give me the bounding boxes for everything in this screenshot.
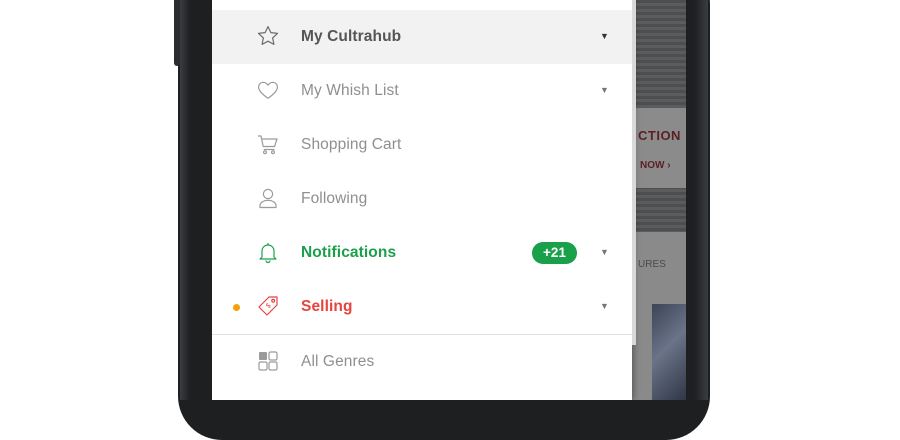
cart-icon bbox=[256, 132, 280, 156]
phone-bezel-left bbox=[180, 0, 190, 400]
chevron-down-icon[interactable]: ▼ bbox=[600, 247, 609, 257]
drawer-item-label: My Cultrahub bbox=[301, 28, 402, 45]
drawer-top-spacer bbox=[212, 0, 632, 10]
drawer-item-label: All Genres bbox=[301, 353, 375, 370]
background-promo-title: CTION bbox=[638, 128, 681, 143]
drawer-item-following[interactable]: Following bbox=[212, 172, 632, 226]
heart-icon bbox=[256, 78, 280, 102]
chevron-down-icon[interactable]: ▼ bbox=[600, 85, 609, 95]
drawer-item-selling[interactable]: $ Selling ▼ bbox=[212, 280, 632, 334]
drawer-item-my-whish-list[interactable]: My Whish List ▼ bbox=[212, 64, 632, 118]
phone-screen: CTION NOW › URES My Cultrahub ▼ My Whish… bbox=[212, 0, 686, 400]
star-icon bbox=[256, 24, 280, 48]
notification-count-badge: +21 bbox=[532, 242, 577, 264]
price-tag-icon: $ bbox=[256, 294, 280, 318]
background-promo-card bbox=[632, 108, 686, 188]
grid-icon bbox=[256, 349, 280, 373]
chevron-down-icon[interactable]: ▼ bbox=[600, 31, 609, 41]
bell-icon bbox=[256, 240, 280, 264]
chevron-down-icon[interactable]: ▼ bbox=[600, 301, 609, 311]
drawer-item-label: My Whish List bbox=[301, 82, 399, 99]
drawer-item-label: Following bbox=[301, 190, 368, 207]
svg-text:$: $ bbox=[264, 301, 273, 310]
drawer-item-label: Shopping Cart bbox=[301, 136, 402, 153]
phone-bezel-right bbox=[694, 0, 708, 400]
background-photo bbox=[652, 304, 686, 400]
drawer-item-label: Selling bbox=[301, 298, 353, 315]
drawer-item-shopping-cart[interactable]: Shopping Cart bbox=[212, 118, 632, 172]
drawer-item-label: Notifications bbox=[301, 244, 397, 261]
background-section-label: URES bbox=[638, 259, 666, 270]
drawer-item-notifications[interactable]: Notifications +21 ▼ bbox=[212, 226, 632, 280]
background-promo-cta: NOW › bbox=[640, 160, 671, 171]
drawer-scrollbar[interactable] bbox=[632, 0, 636, 345]
drawer-item-my-cultrahub[interactable]: My Cultrahub ▼ bbox=[212, 10, 632, 64]
person-icon bbox=[256, 186, 280, 210]
navigation-drawer: My Cultrahub ▼ My Whish List ▼ Shopping … bbox=[212, 0, 632, 400]
selling-indicator-dot bbox=[233, 304, 240, 311]
drawer-item-all-genres[interactable]: All Genres bbox=[212, 335, 632, 389]
phone-side-button bbox=[174, 0, 180, 66]
